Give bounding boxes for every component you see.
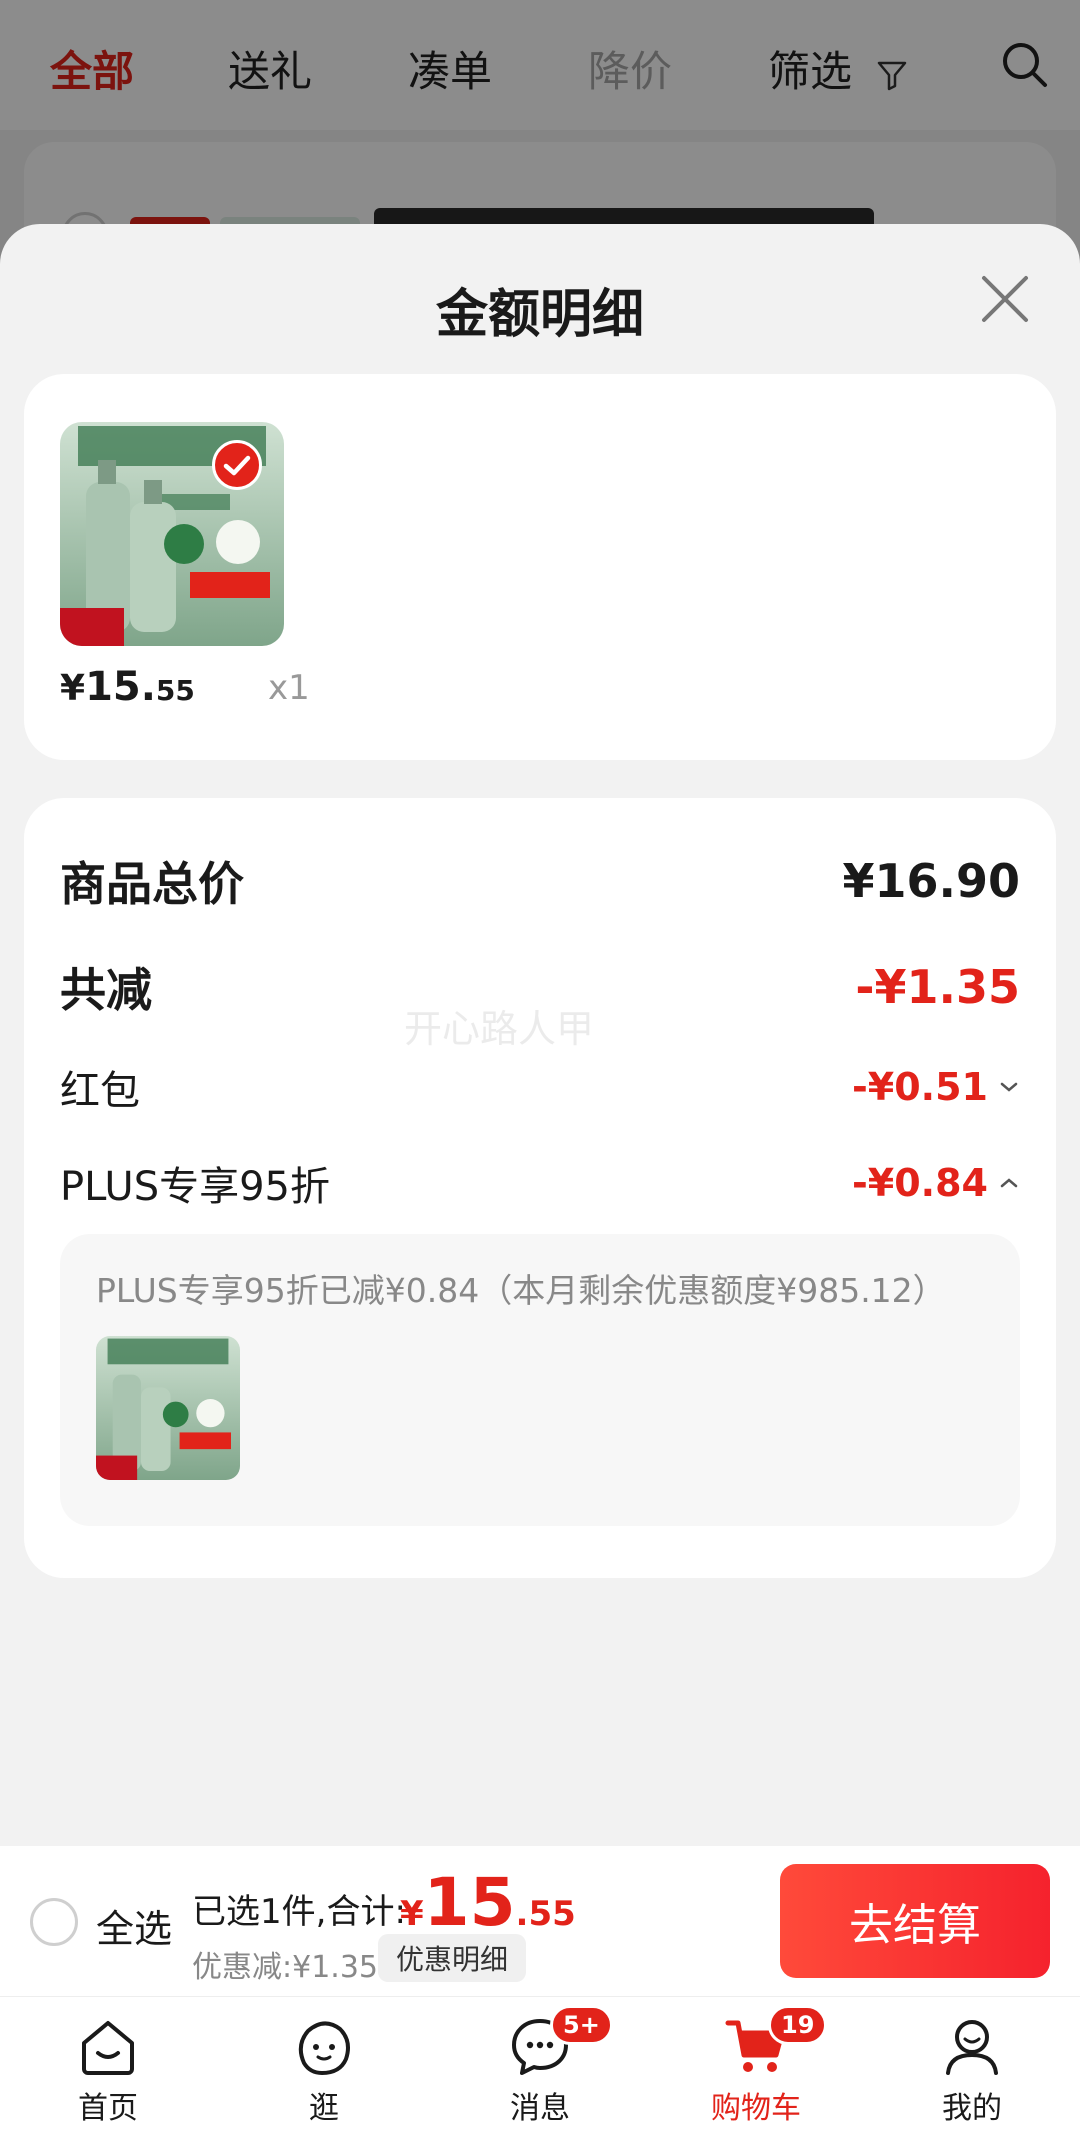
message-badge: 5+	[550, 2005, 613, 2045]
chevron-down-icon	[1000, 1082, 1018, 1092]
nav-messages-label: 消息	[510, 2091, 570, 2126]
redpacket-amount: -¥0.51	[852, 1065, 988, 1109]
close-icon[interactable]	[980, 274, 1030, 324]
total-reduction-value: -¥1.35	[855, 960, 1020, 1014]
product-card: ¥15.55 x1	[24, 374, 1056, 760]
bottom-tab-bar: 首页 逛 消息 5+ 购物车 19 我的	[0, 1996, 1080, 2144]
selected-check-icon	[212, 440, 262, 490]
nav-messages[interactable]: 消息 5+	[470, 2005, 613, 2144]
checkout-bar: 全选 已选1件,合计: ¥15.55 优惠减:¥1.35 优惠明细 去结算	[0, 1846, 1080, 1996]
nav-browse[interactable]: 逛	[254, 2005, 394, 2144]
cart-total-int: 15	[423, 1864, 516, 1941]
checkmark-icon	[223, 455, 251, 476]
discounted-product-image	[96, 1336, 240, 1480]
total-price-row: 商品总价 ¥16.90	[60, 848, 1020, 914]
redpacket-row[interactable]: 红包 -¥0.51	[60, 1058, 1020, 1116]
plus-discount-label: PLUS专享95折	[60, 1164, 330, 1210]
product-quantity: x1	[268, 668, 310, 708]
browse-icon	[298, 2021, 350, 2076]
cart-total-decimal: .55	[515, 1894, 576, 1934]
select-all-checkbox[interactable]	[30, 1898, 78, 1946]
select-all-label[interactable]: 全选	[96, 1898, 172, 1953]
nav-profile[interactable]: 我的	[902, 2005, 1042, 2144]
checkout-button[interactable]: 去结算	[780, 1864, 1050, 1978]
total-reduction-label: 共减	[60, 963, 152, 1017]
product-price-int: 15.	[85, 664, 156, 710]
cart-badge: 19	[768, 2005, 828, 2045]
cart-total-price: ¥15.55	[400, 1864, 576, 1941]
product-price: ¥15.55	[60, 664, 195, 710]
redpacket-value: -¥0.51	[852, 1065, 1020, 1109]
plus-discount-value: -¥0.84	[852, 1161, 1020, 1205]
plus-discount-detail: PLUS专享95折已减¥0.84（本月剩余优惠额度¥985.12）	[60, 1234, 1020, 1526]
nav-profile-label: 我的	[942, 2091, 1002, 2126]
plus-discount-row[interactable]: PLUS专享95折 -¥0.84	[60, 1154, 1020, 1212]
cart-total-symbol: ¥	[400, 1894, 424, 1934]
profile-icon	[946, 2020, 998, 2075]
redpacket-label: 红包	[60, 1068, 140, 1114]
watermark: 开心路人甲	[404, 1007, 595, 1051]
selected-count-label: 已选1件,合计:	[192, 1892, 406, 1932]
cart-page: 全部 送礼 凑单 降价 筛选 金额明细 ¥15.55 x1 商品总价 ¥16.9…	[0, 0, 1080, 2144]
product-price-decimal: 55	[155, 674, 195, 707]
total-price-value: ¥16.90	[842, 854, 1020, 908]
nav-cart-label: 购物车	[711, 2091, 801, 2126]
price-summary-card: 商品总价 ¥16.90 共减 -¥1.35 开心路人甲 红包 -¥0.51 PL…	[24, 798, 1056, 1578]
nav-home-label: 首页	[78, 2091, 138, 2126]
home-icon	[82, 2021, 134, 2075]
plus-discount-detail-text: PLUS专享95折已减¥0.84（本月剩余优惠额度¥985.12）	[96, 1271, 946, 1310]
discount-summary: 优惠减:¥1.35	[192, 1950, 378, 1985]
discount-detail-button[interactable]: 优惠明细	[378, 1934, 527, 1982]
total-price-label: 商品总价	[60, 857, 244, 911]
nav-cart[interactable]: 购物车 19	[686, 2005, 828, 2144]
nav-home[interactable]: 首页	[38, 2005, 178, 2144]
plus-discount-amount: -¥0.84	[852, 1161, 988, 1205]
sheet-title: 金额明细	[435, 285, 644, 345]
nav-browse-label: 逛	[309, 2091, 339, 2126]
product-price-symbol: ¥	[60, 668, 86, 709]
chevron-up-icon	[1000, 1178, 1018, 1188]
